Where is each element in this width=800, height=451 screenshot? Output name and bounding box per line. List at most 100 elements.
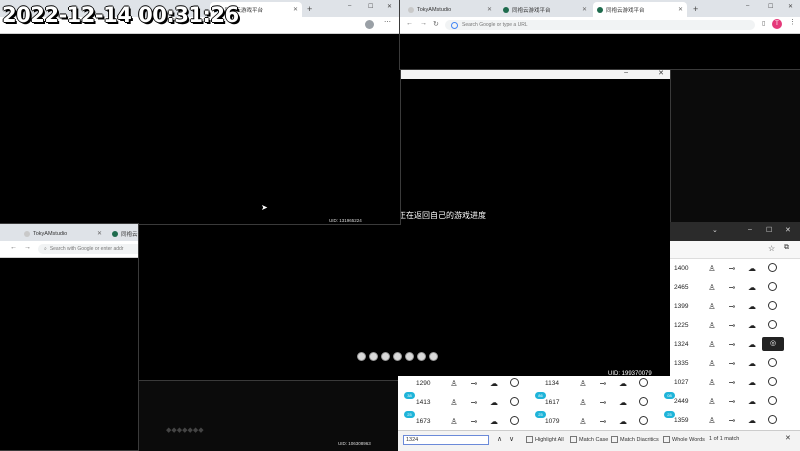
reload-icon[interactable]: ↻ — [433, 20, 439, 28]
back-icon[interactable]: ← — [406, 20, 413, 27]
find-input[interactable]: 1324 — [403, 435, 489, 445]
select-radio[interactable] — [638, 377, 648, 387]
find-next-icon[interactable]: ∨ — [509, 435, 514, 443]
select-radio[interactable] — [767, 319, 777, 329]
cloud-upload-icon[interactable]: ☁ — [742, 359, 762, 368]
list-item[interactable]: 2465 ♙ ⊸ ☁ — [674, 278, 798, 296]
user-icon[interactable]: ♙ — [702, 321, 722, 330]
whole-words-checkbox[interactable]: Whole Words — [663, 436, 705, 443]
minimize-icon[interactable]: – — [748, 226, 752, 233]
list-item[interactable]: 1027 ♙ ⊸ ☁ — [674, 373, 798, 391]
list-item[interactable]: 1617 ♙ ⊸ ☁ — [545, 393, 653, 411]
select-radio[interactable] — [767, 300, 777, 310]
user-icon[interactable]: ♙ — [444, 417, 464, 426]
cloud-upload-icon[interactable]: ☁ — [484, 398, 504, 407]
select-radio[interactable] — [638, 415, 648, 425]
close-tab-icon[interactable]: ✕ — [678, 6, 683, 13]
select-radio[interactable] — [509, 377, 519, 387]
list-item[interactable]: 1359 ♙ ⊸ ☁ — [674, 411, 798, 429]
close-tab-icon[interactable]: ✕ — [293, 6, 298, 13]
match-diacritics-checkbox[interactable]: Match Diacritics — [611, 436, 659, 443]
key-icon[interactable]: ⊸ — [464, 398, 484, 407]
select-radio[interactable] — [509, 396, 519, 406]
select-radio[interactable] — [767, 262, 777, 272]
minimize-icon[interactable]: – — [348, 3, 351, 9]
user-icon[interactable]: ♙ — [702, 340, 722, 349]
select-radio[interactable] — [767, 395, 777, 405]
select-radio[interactable] — [767, 376, 777, 386]
list-item[interactable]: 1079 ♙ ⊸ ☁ — [545, 412, 653, 430]
select-radio[interactable] — [638, 396, 648, 406]
maximize-icon[interactable]: ☐ — [766, 226, 772, 234]
key-icon[interactable]: ⊸ — [722, 359, 742, 368]
cloud-upload-icon[interactable]: ☁ — [613, 398, 633, 407]
user-icon[interactable]: ♙ — [573, 379, 593, 388]
tab-tokyamstudio[interactable]: TokyAMstudio ✕ — [404, 2, 496, 17]
user-icon[interactable]: ♙ — [702, 397, 722, 406]
cloud-upload-icon[interactable]: ☁ — [742, 321, 762, 330]
close-icon[interactable]: ✕ — [658, 69, 664, 77]
tab-cloud-gaming[interactable]: 同袍云 — [108, 226, 138, 241]
chevron-down-icon[interactable]: ⌄ — [712, 226, 718, 234]
list-item[interactable]: 1673 ♙ ⊸ ☁ — [416, 412, 524, 430]
menu-icon[interactable]: ⋮ — [789, 18, 796, 26]
key-icon[interactable]: ⊸ — [722, 283, 742, 292]
select-radio[interactable] — [767, 357, 777, 367]
close-window-icon[interactable]: ✕ — [387, 3, 392, 10]
list-item[interactable]: 1225 ♙ ⊸ ☁ — [674, 316, 798, 334]
highlight-all-checkbox[interactable]: Highlight All — [526, 436, 564, 443]
new-tab-icon[interactable]: + — [307, 4, 312, 14]
list-item[interactable]: 1134 ♙ ⊸ ☁ — [545, 374, 653, 392]
key-icon[interactable]: ⊸ — [722, 340, 742, 349]
close-tab-icon[interactable]: ✕ — [97, 230, 102, 237]
list-item[interactable]: 1290 ♙ ⊸ ☁ — [416, 374, 524, 392]
key-icon[interactable]: ⊸ — [464, 379, 484, 388]
cloud-upload-icon[interactable]: ☁ — [613, 379, 633, 388]
back-icon[interactable]: ← — [10, 244, 17, 251]
select-radio[interactable] — [767, 281, 777, 291]
list-item[interactable]: 1335 ♙ ⊸ ☁ — [674, 354, 798, 372]
key-icon[interactable]: ⊸ — [722, 416, 742, 425]
key-icon[interactable]: ⊸ — [593, 379, 613, 388]
list-item[interactable]: 1324 ♙ ⊸ ☁ ◎ — [674, 335, 798, 353]
tab-cloud-gaming-2[interactable]: 同袍云游戏平台 ✕ — [593, 2, 687, 17]
key-icon[interactable]: ⊸ — [593, 417, 613, 426]
user-icon[interactable]: ♙ — [702, 283, 722, 292]
omnibox[interactable]: Search Google or type a URL — [445, 20, 755, 30]
new-tab-icon[interactable]: + — [693, 4, 698, 14]
user-icon[interactable]: ♙ — [702, 416, 722, 425]
forward-icon[interactable]: → — [24, 244, 31, 251]
user-icon[interactable]: ♙ — [702, 302, 722, 311]
user-icon[interactable]: ♙ — [702, 378, 722, 387]
cloud-upload-icon[interactable]: ☁ — [484, 379, 504, 388]
cloud-upload-icon[interactable]: ☁ — [742, 283, 762, 292]
maximize-icon[interactable]: ☐ — [368, 3, 373, 10]
find-previous-icon[interactable]: ∧ — [497, 435, 502, 443]
cloud-upload-icon[interactable]: ☁ — [742, 378, 762, 387]
user-icon[interactable]: ♙ — [573, 417, 593, 426]
user-icon[interactable]: ♙ — [573, 398, 593, 407]
user-icon[interactable]: ♙ — [444, 398, 464, 407]
cloud-upload-icon[interactable]: ☁ — [742, 302, 762, 311]
key-icon[interactable]: ⊸ — [593, 398, 613, 407]
select-radio[interactable] — [509, 415, 519, 425]
close-tab-icon[interactable]: ✕ — [487, 6, 492, 13]
key-icon[interactable]: ⊸ — [722, 264, 742, 273]
list-item[interactable]: 1400 ♙ ⊸ ☁ — [674, 259, 798, 277]
tab-cloud-gaming-1[interactable]: 同袍云游戏平台 ✕ — [499, 2, 591, 17]
close-window-icon[interactable]: ✕ — [785, 226, 791, 234]
user-icon[interactable]: ♙ — [444, 379, 464, 388]
confirm-button[interactable]: ◎ — [762, 337, 784, 351]
list-item[interactable]: 2449 ♙ ⊸ ☁ — [674, 392, 798, 410]
star-icon[interactable]: ☆ — [768, 244, 775, 253]
profile-avatar[interactable]: T — [772, 19, 782, 29]
extensions-icon[interactable]: ⧉ — [784, 244, 789, 252]
list-item[interactable]: 1399 ♙ ⊸ ☁ — [674, 297, 798, 315]
cloud-upload-icon[interactable]: ☁ — [484, 417, 504, 426]
match-case-checkbox[interactable]: Match Case — [570, 436, 608, 443]
sidebar-toggle-icon[interactable]: ▯ — [762, 20, 765, 27]
cloud-upload-icon[interactable]: ☁ — [742, 397, 762, 406]
omnibox[interactable]: ⌕ Search with Google or enter addr — [38, 244, 138, 254]
key-icon[interactable]: ⊸ — [722, 378, 742, 387]
cloud-upload-icon[interactable]: ☁ — [742, 416, 762, 425]
